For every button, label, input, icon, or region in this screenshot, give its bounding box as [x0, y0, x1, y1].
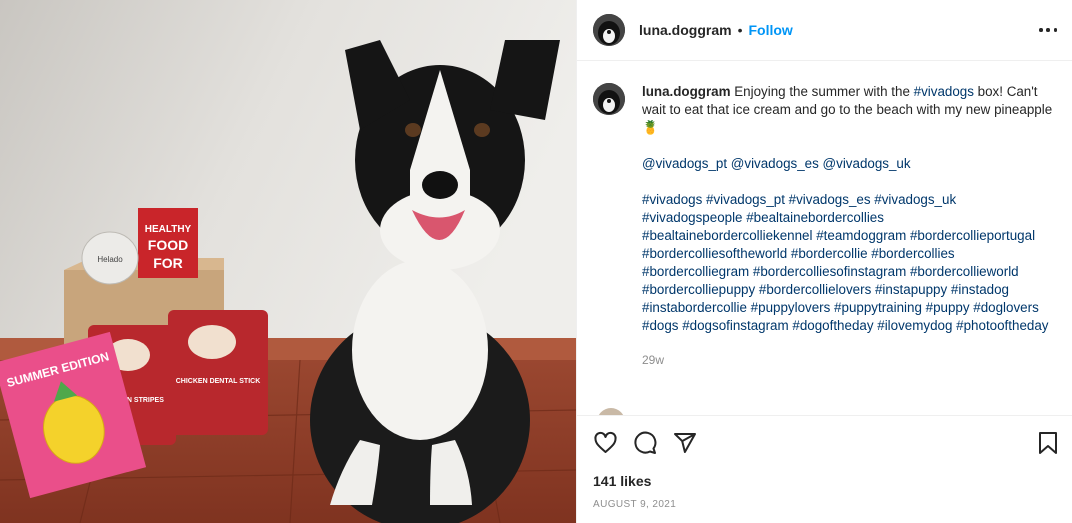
comment-icon[interactable]	[633, 431, 657, 460]
caption-hashtags[interactable]: #vivadogs #vivadogs_pt #vivadogs_es #viv…	[642, 191, 1057, 335]
caption-hashtag-link[interactable]: #vivadogs	[914, 84, 974, 99]
caption-row: luna.doggram Enjoying the summer with th…	[593, 83, 1057, 369]
post-actions: 141 likes AUGUST 9, 2021	[577, 415, 1072, 523]
caption-timestamp[interactable]: 29w	[642, 351, 1057, 369]
caption-avatar[interactable]	[593, 83, 625, 115]
header-username[interactable]: luna.doggram	[639, 22, 732, 38]
caption-mentions[interactable]: @vivadogs_pt @vivadogs_es @vivadogs_uk	[642, 155, 1057, 173]
avatar[interactable]	[593, 14, 625, 46]
box-label-3: FOR	[153, 255, 183, 271]
ice-cream-label: Helado	[97, 255, 123, 264]
caption-body: luna.doggram Enjoying the summer with th…	[642, 83, 1057, 369]
post-date[interactable]: AUGUST 9, 2021	[593, 499, 676, 510]
box-label-1: HEALTHY	[145, 224, 192, 235]
caption-text: luna.doggram Enjoying the summer with th…	[642, 83, 1057, 137]
avatar-image	[593, 83, 625, 115]
box-label-2: FOOD	[148, 237, 188, 253]
post-photo[interactable]: HEALTHY FOOD FOR Helado CHICKEN STRIPES …	[0, 0, 576, 523]
avatar-image	[593, 14, 625, 46]
bookmark-save-icon[interactable]	[1037, 431, 1059, 460]
bag-label-2: CHICKEN DENTAL STICK	[176, 378, 261, 385]
dog-photo-image: HEALTHY FOOD FOR Helado CHICKEN STRIPES …	[0, 0, 576, 523]
caption-username[interactable]: luna.doggram	[642, 84, 731, 99]
next-comment-avatar[interactable]	[597, 408, 625, 415]
share-send-icon[interactable]	[673, 431, 697, 460]
post-sidebar: luna.doggram • Follow luna.doggram Enjoy…	[576, 0, 1072, 523]
more-dot	[1046, 28, 1050, 32]
comments-section[interactable]: luna.doggram Enjoying the summer with th…	[577, 61, 1072, 415]
likes-count[interactable]: 141 likes	[593, 473, 651, 489]
more-dot	[1053, 28, 1057, 32]
caption-gap	[642, 173, 1057, 191]
caption-gap	[642, 137, 1057, 155]
action-icons	[593, 431, 1059, 457]
like-heart-icon[interactable]	[593, 431, 618, 460]
post-header: luna.doggram • Follow	[577, 0, 1072, 61]
caption-text-part1: Enjoying the summer with the	[730, 84, 914, 99]
more-dot	[1039, 28, 1043, 32]
separator-dot: •	[737, 22, 743, 38]
follow-button[interactable]: Follow	[748, 22, 792, 38]
more-options-icon[interactable]	[1039, 22, 1057, 38]
